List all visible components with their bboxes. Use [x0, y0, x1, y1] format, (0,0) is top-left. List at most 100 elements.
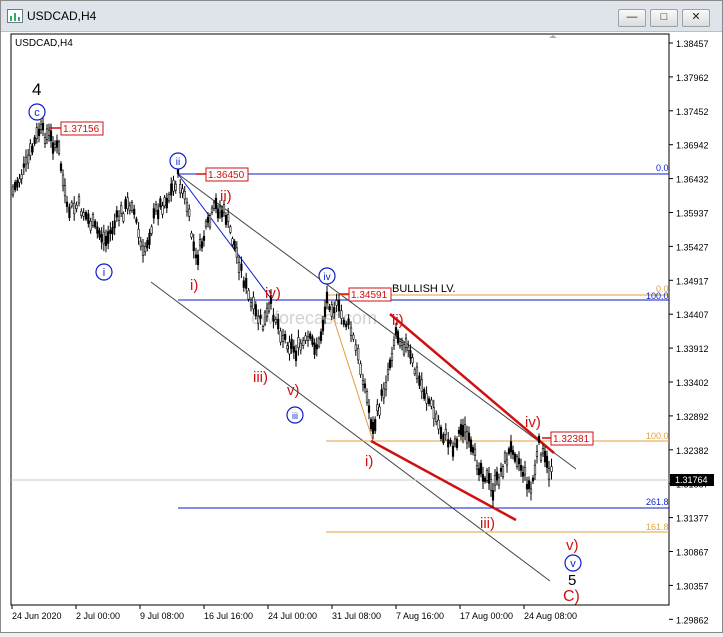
price-axis: 1.38457 1.37962 1.37452 1.36942 1.36432 1.359… — [669, 39, 709, 625]
candle-body — [437, 419, 440, 430]
candle-body — [242, 280, 245, 288]
wave-label-iii-circle: iii — [286, 406, 304, 424]
candle-body — [418, 375, 421, 386]
wave-label-c-circle: c — [28, 103, 46, 121]
candle-body — [65, 201, 69, 207]
candle-body — [507, 448, 511, 454]
candle-body — [109, 229, 112, 234]
candle-body — [233, 240, 236, 250]
wave-label-ii-circle: ii — [169, 152, 187, 170]
candle-body — [272, 315, 275, 322]
candle-body — [294, 350, 298, 361]
candle-body — [290, 338, 293, 349]
candle-body — [218, 206, 222, 213]
candle-body — [427, 398, 431, 405]
candle-body — [435, 413, 438, 423]
candle-body — [267, 303, 271, 312]
candle-body — [503, 452, 507, 462]
price-tag-text: 1.32381 — [553, 434, 590, 445]
candle-body — [231, 238, 234, 245]
candle-body — [220, 209, 224, 218]
candle-body — [70, 202, 73, 207]
candle-body — [208, 215, 212, 228]
close-button[interactable]: ✕ — [682, 9, 710, 27]
candle-body — [539, 454, 543, 461]
candle-body — [77, 196, 81, 204]
candle-body — [537, 435, 541, 443]
candle-body — [527, 480, 531, 489]
candle-body — [126, 197, 129, 210]
candle-body — [361, 380, 365, 385]
price-axis-label: 1.34917 — [676, 276, 709, 286]
candle-body — [51, 142, 55, 154]
candle-body — [190, 232, 193, 238]
minimize-button[interactable]: — — [618, 9, 646, 27]
candle-body — [157, 209, 160, 219]
candle-body — [87, 213, 90, 224]
title-bar[interactable]: USDCAD,H4 — □ ✕ — [1, 1, 722, 32]
candle-body — [515, 456, 519, 467]
candle-body — [31, 145, 34, 153]
wave-label-red-iii-2: iii) — [480, 515, 495, 532]
candle-body — [206, 216, 210, 223]
chart-symbol-label: USDCAD,H4 — [15, 38, 73, 49]
wave-label-big-c: C) — [563, 588, 580, 605]
candle-body — [212, 202, 216, 209]
candle-body — [179, 184, 182, 194]
candle-body — [22, 163, 25, 168]
wave-label-red-i: i) — [190, 277, 198, 294]
candle-body — [279, 330, 282, 343]
candle-body — [257, 316, 260, 324]
candle-body — [451, 445, 455, 457]
candle-body — [198, 239, 202, 246]
candle-body — [11, 186, 15, 196]
svg-text:ii: ii — [176, 157, 180, 168]
candle-body — [254, 304, 257, 317]
time-axis-label: 24 Jun 2020 — [12, 611, 62, 621]
price-axis-label: 1.35427 — [676, 242, 709, 252]
candle-body — [489, 479, 493, 491]
candle-body — [365, 391, 369, 403]
candle-body — [363, 383, 367, 389]
candle-body — [541, 448, 545, 454]
candle-body — [183, 190, 186, 200]
candle-body — [444, 428, 447, 435]
candle-body — [415, 366, 419, 379]
candle-body — [96, 226, 99, 234]
wave-label-red-v-2: v) — [566, 537, 579, 554]
candle-body — [501, 466, 505, 478]
candle-body — [200, 241, 204, 249]
candle-body — [325, 291, 329, 304]
candle-body — [247, 290, 250, 300]
candle-body — [159, 198, 162, 208]
candle-body — [413, 369, 416, 375]
maximize-button[interactable]: □ — [650, 9, 678, 27]
chart-area[interactable]: 1.38457 1.37962 1.37452 1.36942 1.36432 1.359… — [1, 32, 722, 632]
candle-body — [229, 226, 232, 233]
candle-body — [483, 477, 487, 482]
candle-body — [89, 221, 92, 231]
price-axis-label: 1.36432 — [676, 175, 709, 185]
window-title: USDCAD,H4 — [27, 9, 97, 23]
time-axis-label: 16 Jul 16:00 — [204, 611, 253, 621]
candle-body — [304, 335, 307, 341]
candle-body — [196, 254, 200, 266]
candle-body — [139, 240, 142, 247]
wave-label-4: 4 — [32, 80, 41, 99]
candle-body — [27, 154, 30, 164]
candle-body — [252, 296, 255, 310]
candle-body — [124, 199, 127, 209]
candle-body — [487, 473, 491, 484]
candle-body — [357, 348, 360, 361]
bullish-level-label: BULLISH LV. — [392, 283, 456, 295]
candle-body — [128, 205, 131, 211]
wave-label-i-circle: i — [95, 263, 113, 281]
candle-body — [386, 369, 390, 375]
candle-body — [543, 450, 547, 463]
candle-body — [411, 357, 414, 364]
candle-body — [133, 208, 136, 215]
candle-body — [29, 143, 32, 156]
chart-window-icon — [7, 9, 23, 23]
candle-body — [245, 277, 248, 289]
fib-label: 161.8 — [646, 522, 669, 532]
